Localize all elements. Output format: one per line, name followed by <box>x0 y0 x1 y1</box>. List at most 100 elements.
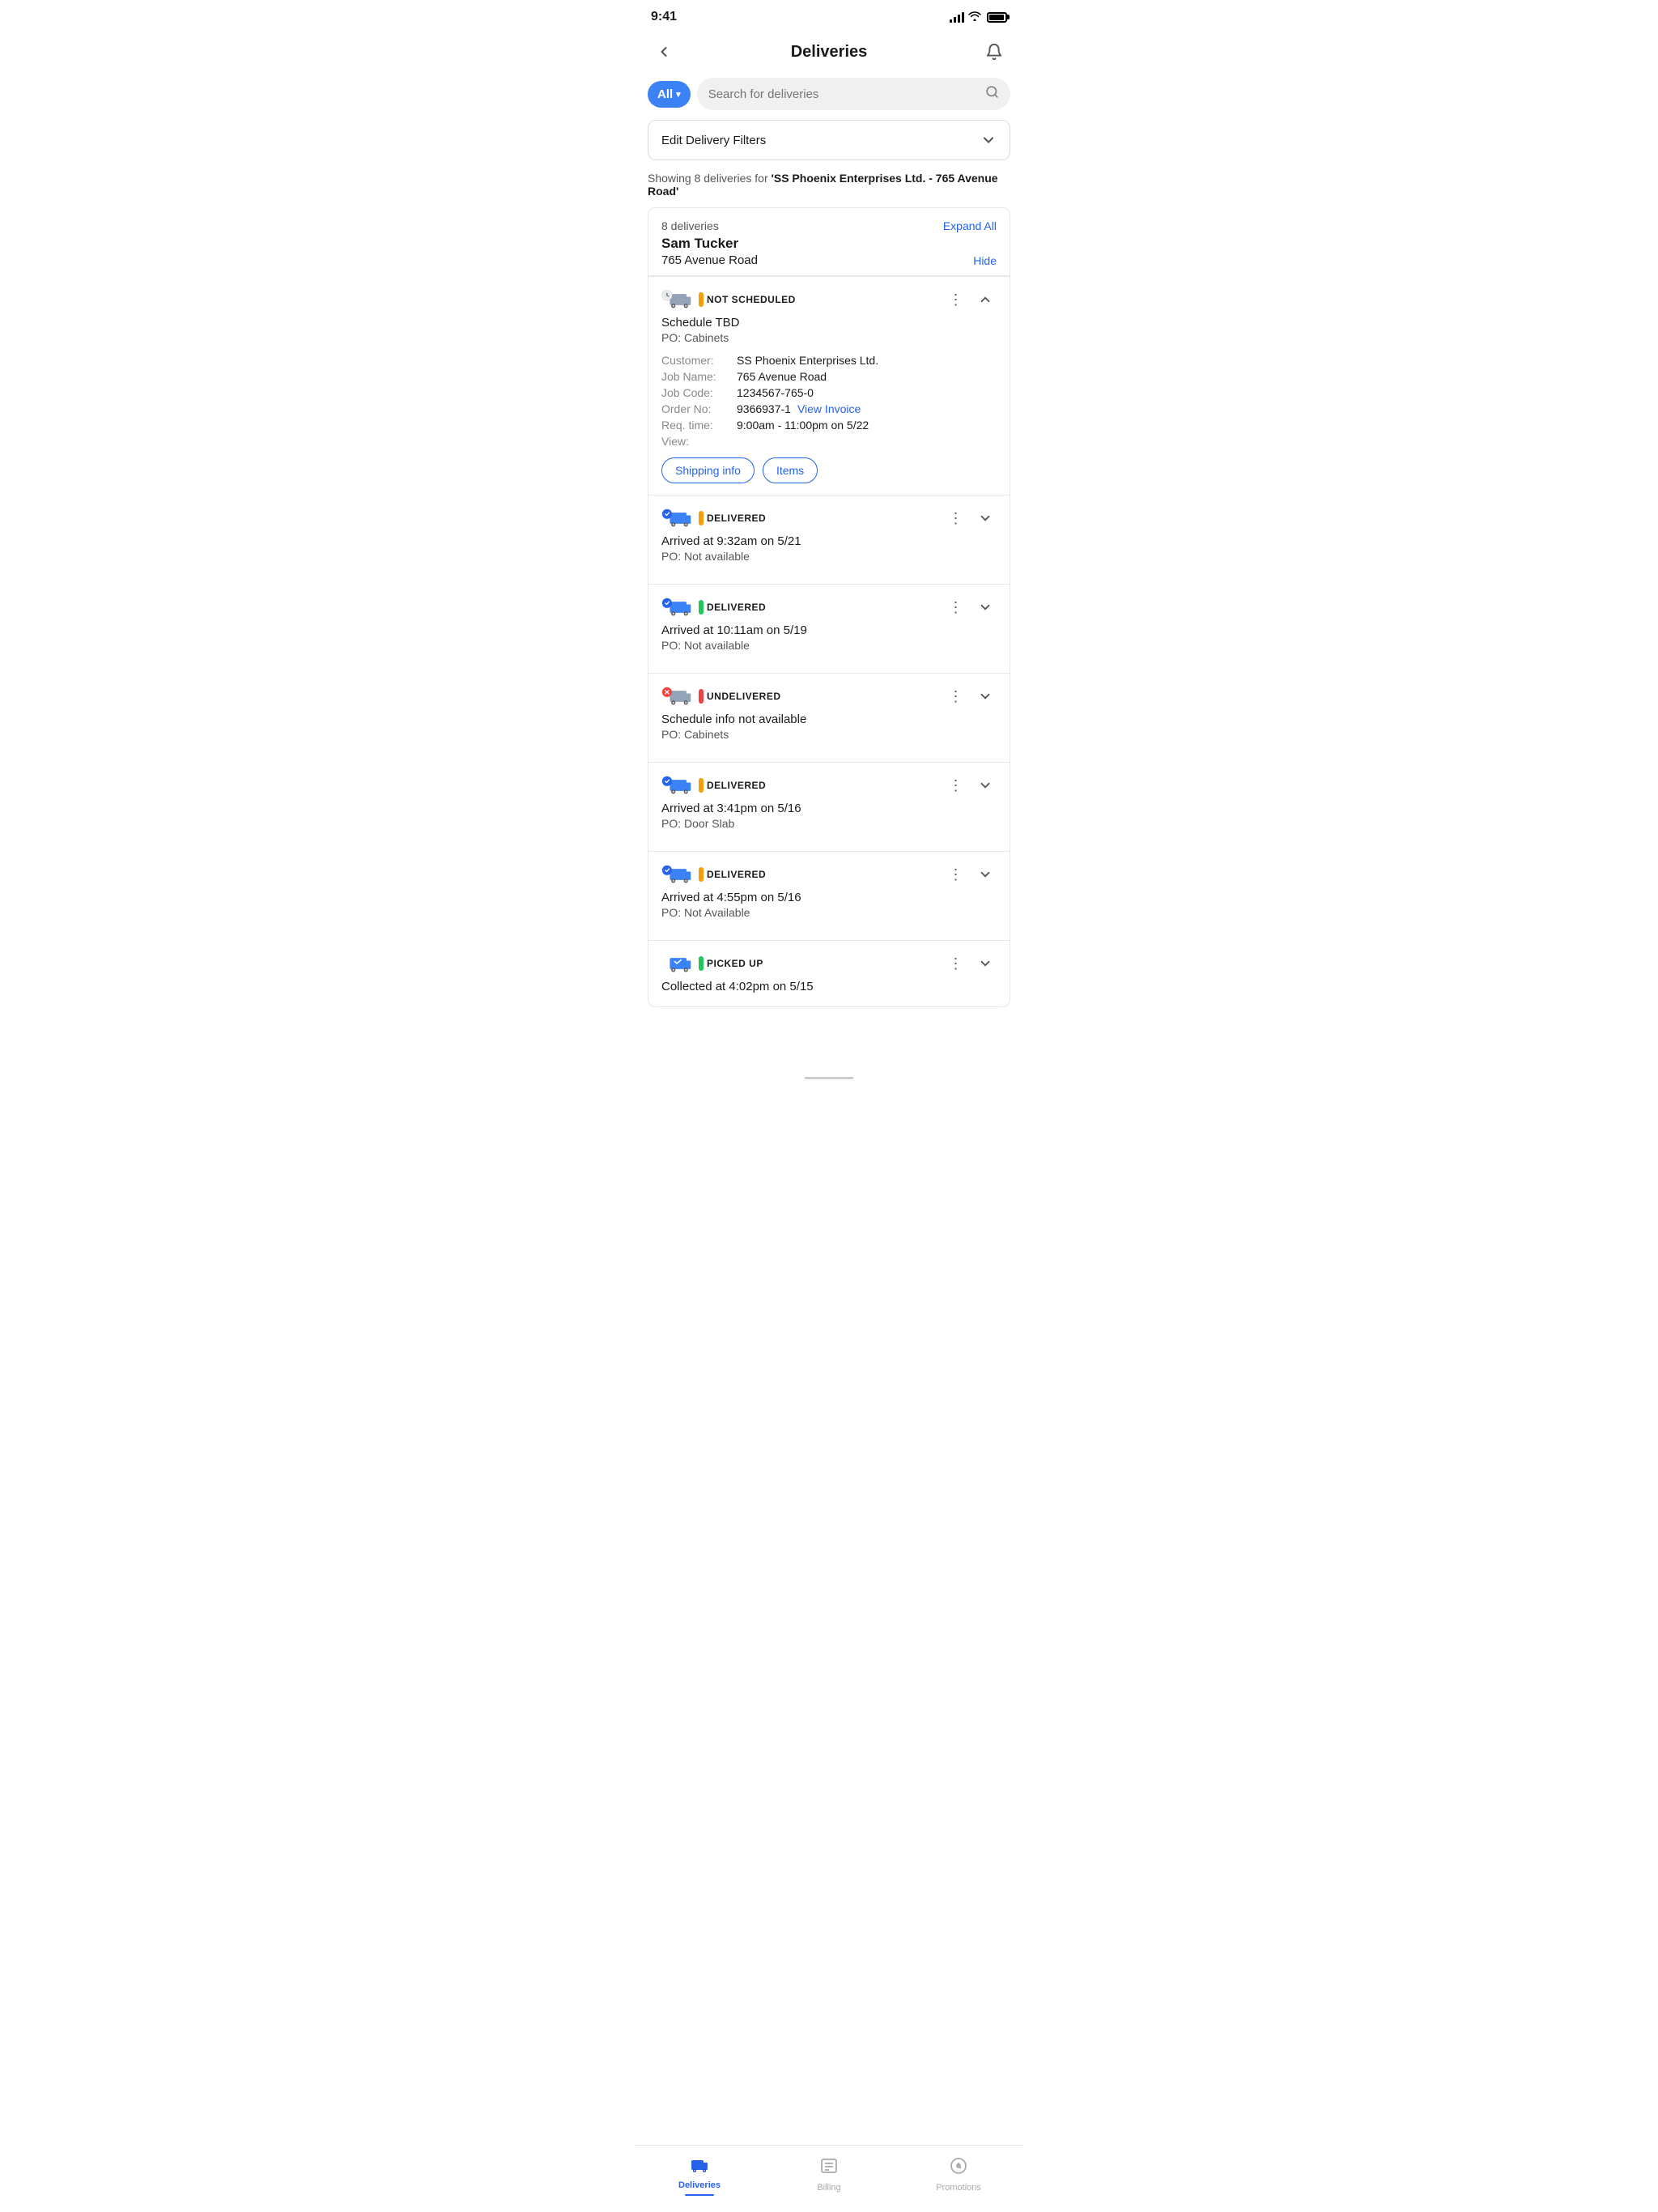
status-badge: UNDELIVERED <box>699 689 781 704</box>
status-dot-icon <box>699 956 704 971</box>
battery-icon <box>987 12 1007 23</box>
delivery-expand-button[interactable] <box>974 596 997 619</box>
delivery-subtitle: PO: Cabinets <box>661 728 997 741</box>
search-row: All ▾ <box>635 78 1023 120</box>
shipping-info-button[interactable]: Shipping info <box>661 457 755 483</box>
delivery-subtitle: PO: Cabinets <box>661 331 997 344</box>
billing-nav-icon <box>819 2156 839 2180</box>
truck-icon <box>661 686 692 707</box>
delivery-title: Schedule info not available <box>661 713 997 726</box>
view-invoice-link[interactable]: View Invoice <box>797 402 861 415</box>
status-label: DELIVERED <box>707 513 766 524</box>
delivery-more-menu[interactable]: ⋮ <box>945 288 967 311</box>
result-prefix: Showing 8 deliveries for <box>648 172 772 185</box>
customer-label: Customer: <box>661 354 730 367</box>
group-count: 8 deliveries <box>661 219 719 232</box>
status-time: 9:41 <box>651 10 677 24</box>
deliveries-nav-label: Deliveries <box>678 2180 721 2190</box>
action-buttons: Shipping info Items <box>661 457 997 483</box>
delivery-more-menu[interactable]: ⋮ <box>945 685 967 708</box>
delivery-subtitle: PO: Not Available <box>661 906 997 919</box>
scroll-indicator <box>635 1072 1023 1081</box>
delivery-more-menu[interactable]: ⋮ <box>945 863 967 886</box>
status-dot-icon <box>699 778 704 793</box>
delivery-title: Arrived at 3:41pm on 5/16 <box>661 802 997 815</box>
bottom-nav: Deliveries Billing $ Promotions <box>635 2145 1023 2212</box>
expand-all-button[interactable]: Expand All <box>943 219 997 232</box>
filter-label: All <box>657 87 673 101</box>
status-icons <box>950 11 1007 23</box>
truck-icon <box>661 864 692 885</box>
status-badge: NOT SCHEDULED <box>699 292 796 307</box>
back-button[interactable] <box>649 37 678 66</box>
delivery-more-menu[interactable]: ⋮ <box>945 774 967 797</box>
nav-deliveries[interactable]: Deliveries <box>635 2154 764 2197</box>
delivery-more-menu[interactable]: ⋮ <box>945 596 967 619</box>
order-no-label: Order No: <box>661 402 730 415</box>
status-label: DELIVERED <box>707 780 766 791</box>
truck-icon <box>661 289 692 310</box>
delivery-expand-button[interactable] <box>974 863 997 886</box>
nav-active-indicator <box>685 2194 714 2197</box>
billing-nav-label: Billing <box>817 2183 840 2193</box>
status-bar: 9:41 <box>635 0 1023 31</box>
delivery-subtitle: PO: Not available <box>661 550 997 563</box>
delivery-item: DELIVERED ⋮ Arrived at 10:11am on 5/19 P… <box>648 584 1010 673</box>
nav-billing[interactable]: Billing <box>764 2156 894 2193</box>
group-address: 765 Avenue Road <box>661 253 758 267</box>
delivery-expand-button[interactable] <box>974 952 997 975</box>
order-no-value: 9366937-1 <box>737 402 791 415</box>
notification-bell-button[interactable] <box>980 37 1009 66</box>
filter-dropdown[interactable]: All ▾ <box>648 81 691 108</box>
nav-promotions[interactable]: $ Promotions <box>894 2156 1023 2193</box>
delivery-expand-button[interactable] <box>974 685 997 708</box>
deliveries-container: 8 deliveries Expand All Sam Tucker 765 A… <box>648 207 1010 1007</box>
delivery-item: DELIVERED ⋮ Arrived at 3:41pm on 5/16 PO… <box>648 762 1010 851</box>
job-code-value: 1234567-765-0 <box>737 386 814 399</box>
delivery-expand-button[interactable] <box>974 774 997 797</box>
status-label: PICKED UP <box>707 958 763 969</box>
status-label: UNDELIVERED <box>707 691 781 702</box>
job-name-value: 765 Avenue Road <box>737 370 827 383</box>
delivery-more-menu[interactable]: ⋮ <box>945 952 967 975</box>
status-badge: DELIVERED <box>699 867 766 882</box>
items-button[interactable]: Items <box>763 457 818 483</box>
filter-bar-chevron-icon <box>980 132 997 148</box>
status-label: DELIVERED <box>707 602 766 613</box>
status-dot-icon <box>699 292 704 307</box>
view-label: View: <box>661 435 730 448</box>
deliveries-nav-icon <box>690 2154 709 2178</box>
dropdown-chevron-icon: ▾ <box>676 89 681 100</box>
status-dot-icon <box>699 867 704 882</box>
status-label: NOT SCHEDULED <box>707 294 796 305</box>
wifi-icon <box>968 11 981 23</box>
status-badge: DELIVERED <box>699 511 766 525</box>
search-icon <box>985 85 999 103</box>
edit-delivery-filters-bar[interactable]: Edit Delivery Filters <box>648 120 1010 160</box>
delivery-expand-button[interactable] <box>974 507 997 530</box>
job-code-label: Job Code: <box>661 386 730 399</box>
delivery-subtitle: PO: Not available <box>661 639 997 652</box>
signal-icon <box>950 12 964 23</box>
status-dot-icon <box>699 689 704 704</box>
truck-icon <box>661 597 692 618</box>
search-input[interactable] <box>708 87 979 101</box>
promotions-nav-label: Promotions <box>936 2183 981 2193</box>
delivery-collapse-button[interactable] <box>974 288 997 311</box>
result-info: Showing 8 deliveries for 'SS Phoenix Ent… <box>635 172 1023 207</box>
svg-text:$: $ <box>957 2163 960 2169</box>
req-time-label: Req. time: <box>661 419 730 432</box>
group-header: 8 deliveries Expand All Sam Tucker 765 A… <box>648 208 1010 276</box>
req-time-value: 9:00am - 11:00pm on 5/22 <box>737 419 869 432</box>
delivery-subtitle: PO: Door Slab <box>661 817 997 830</box>
delivery-more-menu[interactable]: ⋮ <box>945 507 967 530</box>
delivery-title: Collected at 4:02pm on 5/15 <box>661 980 997 993</box>
delivery-item: DELIVERED ⋮ Arrived at 9:32am on 5/21 PO… <box>648 495 1010 584</box>
status-label: DELIVERED <box>707 869 766 880</box>
delivery-title: Schedule TBD <box>661 316 997 330</box>
delivery-item: UNDELIVERED ⋮ Schedule info not availabl… <box>648 673 1010 762</box>
status-dot-icon <box>699 600 704 615</box>
page-title: Deliveries <box>791 43 868 62</box>
hide-button[interactable]: Hide <box>973 254 997 267</box>
delivery-title: Arrived at 10:11am on 5/19 <box>661 623 997 637</box>
